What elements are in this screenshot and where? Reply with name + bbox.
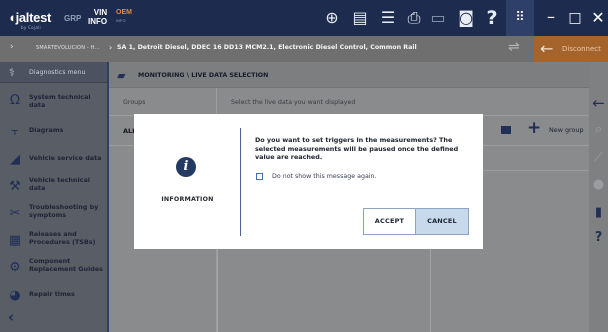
sidebar-header[interactable]: ⚕ Diagnostics menu	[0, 62, 109, 83]
sidebar-item-releases-procedures[interactable]: ▦ Releases and Procedures (TSBs)	[0, 230, 109, 248]
oem-label: OEM	[116, 9, 132, 16]
dialog-divider	[240, 128, 241, 236]
info-icon: i	[176, 157, 196, 177]
arrow-left-icon: ←	[540, 39, 554, 58]
chevron-right-icon[interactable]: ›	[10, 42, 14, 52]
stethoscope-icon: ⚕	[9, 66, 15, 79]
breadcrumb-separator: ›	[109, 43, 113, 52]
sidebar-item-diagrams[interactable]: ⫟ Diagrams	[0, 124, 109, 139]
oil-can-icon: ◢	[10, 152, 20, 167]
wrench-icon: ⚒	[9, 179, 21, 194]
sidebar: ⚕ Diagnostics menu Ω System technical da…	[0, 62, 109, 332]
logo-subtitle: by Cojali	[21, 25, 41, 30]
sidebar-header-label: Diagnostics menu	[29, 69, 86, 76]
record-icon[interactable]: ●	[589, 177, 608, 192]
list-icon[interactable]: ☰	[378, 6, 398, 30]
help-icon[interactable]: ?	[589, 230, 608, 245]
globe-icon[interactable]: ⊕	[322, 6, 342, 30]
sidebar-item-troubleshooting[interactable]: ✂ Troubleshooting by symptoms	[0, 203, 109, 221]
sidebar-item-vehicle-technical-data[interactable]: ⚒ Vehicle technical data	[0, 176, 109, 194]
sidebar-item-label: Component Replacement Guides	[29, 257, 103, 273]
breadcrumb-system: SA 1, Detroit Diesel, DDEC 16 DD13 MCM2.…	[117, 44, 417, 51]
back-arrow-icon[interactable]: ‹	[8, 308, 14, 326]
sidebar-item-vehicle-service-data[interactable]: ◢ Vehicle service data	[0, 152, 109, 167]
dialog-message: Do you want to set triggers in the measu…	[255, 136, 459, 161]
jaltest-logo: ◖jaltest	[8, 10, 52, 25]
new-group-button[interactable]: New group	[549, 126, 584, 134]
oem-info-label: INFO	[116, 18, 126, 23]
accept-button[interactable]: ACCEPT	[363, 208, 416, 235]
replace-icon: ⚙	[9, 260, 21, 275]
sidebar-item-label: Releases and Procedures (TSBs)	[29, 230, 96, 246]
sidebar-item-repair-times[interactable]: ◕ Repair times	[0, 288, 109, 303]
oem-info-button[interactable]: OEM INFO	[116, 9, 132, 25]
dont-show-again-label[interactable]: Do not show this message again.	[272, 173, 377, 180]
sidebar-item-label: Diagrams	[29, 126, 64, 134]
grp-button[interactable]: GRP	[64, 14, 81, 23]
save-icon[interactable]: ▮	[589, 205, 608, 220]
dont-show-again-checkbox[interactable]	[256, 173, 263, 180]
car-icon: ▰	[117, 69, 126, 82]
vin-info-button[interactable]: VIN INFO	[88, 8, 107, 26]
disconnect-button[interactable]: ← Disconnect	[534, 36, 608, 62]
camera-icon[interactable]: ◙	[455, 6, 477, 30]
sidebar-item-system-technical-data[interactable]: Ω System technical data	[0, 93, 109, 111]
close-icon[interactable]: ✕	[588, 0, 608, 36]
vin-info-label: INFO	[88, 17, 108, 26]
gear-clock-icon: ◕	[9, 288, 21, 303]
back-arrow-icon[interactable]: ←	[589, 94, 608, 112]
battery-icon[interactable]: ▭	[428, 6, 448, 30]
chart-icon[interactable]: ⟋	[589, 150, 608, 165]
breadcrumb: › SMARTEVOLUCION - H... › SA 1, Detroit …	[0, 36, 608, 62]
sidebar-item-component-replacement[interactable]: ⚙ Component Replacement Guides	[0, 257, 109, 275]
select-live-data-label: Select the live data you want displayed	[231, 99, 356, 106]
sidebar-item-label: System technical data	[29, 93, 91, 109]
right-toolbar: ← ⌕ ⟋ ● ▮ ?	[589, 62, 608, 332]
group-folder-icon[interactable]	[501, 126, 511, 134]
sidebar-item-label: Troubleshooting by symptoms	[29, 203, 99, 219]
minimize-icon[interactable]: –	[540, 0, 562, 36]
cancel-button[interactable]: CANCEL	[415, 208, 469, 235]
dialog-title: INFORMATION	[161, 196, 214, 203]
vin-label: VIN	[93, 8, 108, 17]
grid-menu-icon[interactable]: ⠿	[506, 0, 534, 36]
search-icon[interactable]: ⌕	[589, 122, 608, 137]
help-icon[interactable]: ?	[483, 6, 501, 30]
sidebar-item-label: Vehicle service data	[29, 154, 102, 162]
print-icon[interactable]: ⎙	[404, 6, 424, 30]
connection-icon: ⇌	[508, 39, 520, 55]
sidebar-item-label: Repair times	[29, 290, 75, 298]
document-icon[interactable]: ▤	[350, 6, 370, 30]
omega-icon: Ω	[10, 93, 20, 108]
sidebar-item-label: Vehicle technical data	[29, 176, 90, 192]
page-title: MONITORING \ LIVE DATA SELECTION	[138, 72, 269, 79]
groups-label: Groups	[123, 99, 146, 106]
tools-icon: ✂	[9, 206, 21, 221]
maximize-icon[interactable]: □	[564, 0, 586, 36]
top-bar: ◖jaltest by Cojali GRP VIN INFO OEM INFO…	[0, 0, 608, 36]
information-dialog: i INFORMATION Do you want to set trigger…	[134, 114, 483, 249]
diagram-icon: ⫟	[11, 124, 19, 139]
main-header: ▰ MONITORING \ LIVE DATA SELECTION	[109, 62, 589, 88]
dialog-left-panel: i INFORMATION	[134, 114, 241, 249]
disconnect-label: Disconnect	[562, 45, 601, 53]
book-icon: ▦	[8, 233, 22, 248]
plus-icon[interactable]: +	[527, 118, 541, 138]
breadcrumb-vehicle[interactable]: SMARTEVOLUCION - H...	[36, 45, 100, 51]
